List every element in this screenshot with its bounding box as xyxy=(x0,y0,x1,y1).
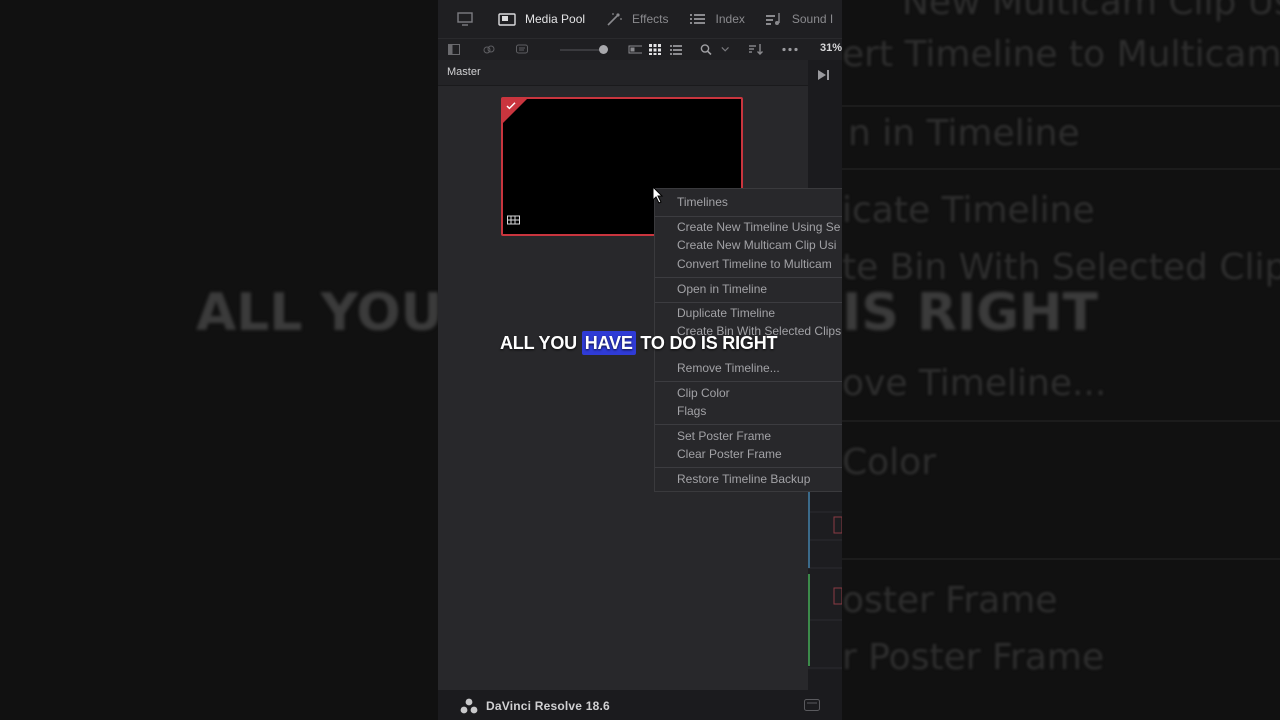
tab-label: Effects xyxy=(632,12,669,26)
caption-text-after: TO DO IS RIGHT xyxy=(635,333,778,353)
menu-divider xyxy=(655,424,842,425)
menu-item-remove-timeline[interactable]: Remove Timeline... xyxy=(677,361,780,375)
thumbnail-size-slider[interactable] xyxy=(560,49,604,51)
bin-name: Master xyxy=(447,66,481,78)
bin-header: Master xyxy=(438,60,808,86)
monitor-icon xyxy=(457,12,473,26)
media-pool-toolbar: 31% xyxy=(438,38,842,60)
menu-item-set-poster-frame[interactable]: Set Poster Frame xyxy=(677,429,771,443)
ghost-menu-line: icate Timeline xyxy=(842,190,1095,231)
ghost-menu-line: ert Timeline to Multicam xyxy=(842,34,1280,75)
ghost-menu-line: n in Timeline xyxy=(848,113,1080,154)
menu-header-timelines: Timelines xyxy=(677,195,728,209)
sound-library-icon xyxy=(765,13,780,25)
tab-effects[interactable]: Effects xyxy=(595,0,678,38)
menu-divider xyxy=(655,277,842,278)
sidebar-toggle-icon[interactable] xyxy=(448,44,460,55)
ghost-menu-line: Color xyxy=(842,442,936,483)
tab-monitor[interactable] xyxy=(438,0,488,38)
caption-highlight-word: HAVE xyxy=(581,331,636,355)
status-bar: DaVinci Resolve 18.6 xyxy=(438,690,842,720)
menu-divider xyxy=(655,302,842,303)
video-frame: ALL YOU New Multicam Clip Usi ert Timeli… xyxy=(0,0,1280,720)
app-name: DaVinci Resolve 18.6 xyxy=(486,699,610,713)
menu-item-duplicate-timeline[interactable]: Duplicate Timeline xyxy=(677,306,775,320)
project-manager-icon[interactable] xyxy=(804,699,820,711)
index-list-icon xyxy=(689,14,705,24)
app-brand: DaVinci Resolve 18.6 xyxy=(460,698,610,714)
blurred-caption-left: ALL YOU xyxy=(196,283,438,343)
search-icon[interactable] xyxy=(700,44,712,55)
blurred-caption-right: IS RIGHT xyxy=(842,283,1098,343)
menu-item-create-multicam-clip[interactable]: Create New Multicam Clip Usi xyxy=(677,238,836,252)
timeline-track-strip xyxy=(808,490,842,670)
ghost-menu-line: ove Timeline... xyxy=(842,363,1107,404)
timeline-icon xyxy=(507,215,520,225)
tab-media-pool[interactable]: Media Pool xyxy=(488,0,595,38)
tab-label: Media Pool xyxy=(525,12,586,26)
ghost-divider xyxy=(842,420,1280,422)
blurred-background-right: New Multicam Clip Usi ert Timeline to Mu… xyxy=(842,0,1280,720)
list-view-icon[interactable] xyxy=(670,44,682,55)
menu-item-restore-backup[interactable]: Restore Timeline Backup xyxy=(677,472,810,486)
tab-label: Index xyxy=(715,12,745,26)
tab-sound-library[interactable]: Sound I xyxy=(755,0,842,38)
checkmark-icon xyxy=(506,102,516,110)
menu-item-clear-poster-frame[interactable]: Clear Poster Frame xyxy=(677,447,782,461)
ghost-divider xyxy=(842,105,1280,107)
ghost-menu-line: r Poster Frame xyxy=(842,637,1105,678)
davinci-resolve-logo-icon xyxy=(460,698,478,714)
more-options-icon[interactable] xyxy=(782,44,798,55)
menu-item-flags[interactable]: Flags xyxy=(677,404,706,418)
menu-divider xyxy=(655,216,842,217)
ghost-divider xyxy=(842,558,1280,560)
blurred-background-left: ALL YOU xyxy=(0,0,438,720)
ghost-menu-line: oster Frame xyxy=(842,580,1058,621)
tab-index[interactable]: Index xyxy=(679,0,755,38)
mouse-cursor-icon xyxy=(652,186,664,204)
grid-view-icon[interactable] xyxy=(649,44,661,55)
effects-wand-icon xyxy=(607,13,622,26)
video-caption: ALL YOU HAVE TO DO IS RIGHT xyxy=(500,331,778,355)
menu-divider xyxy=(655,467,842,468)
ghost-menu-line: New Multicam Clip Usi xyxy=(902,0,1280,23)
menu-divider xyxy=(655,381,842,382)
chevron-down-icon[interactable] xyxy=(721,44,731,55)
sort-icon[interactable] xyxy=(749,44,763,55)
caption-text-before: ALL YOU xyxy=(500,333,582,353)
menu-item-clip-color[interactable]: Clip Color xyxy=(677,386,730,400)
menu-item-open-in-timeline[interactable]: Open in Timeline xyxy=(677,282,767,296)
menu-item-convert-to-multicam[interactable]: Convert Timeline to Multicam xyxy=(677,257,832,271)
tab-label: Sound I xyxy=(791,12,834,26)
skip-to-end-icon[interactable] xyxy=(818,70,830,80)
menu-item-create-new-timeline[interactable]: Create New Timeline Using Se xyxy=(677,220,840,234)
panel-tab-bar: Media Pool Effects Index Sound I xyxy=(438,0,842,38)
metadata-icon[interactable] xyxy=(516,44,528,55)
slider-handle[interactable] xyxy=(599,45,608,54)
thumbnail-strip-view-icon[interactable] xyxy=(627,44,642,55)
media-pool-icon xyxy=(498,13,516,26)
zoom-level: 31% xyxy=(819,42,842,54)
ghost-divider xyxy=(842,168,1280,170)
link-icon[interactable] xyxy=(483,44,495,55)
ghost-menu-line: te Bin With Selected Clips xyxy=(842,247,1280,288)
